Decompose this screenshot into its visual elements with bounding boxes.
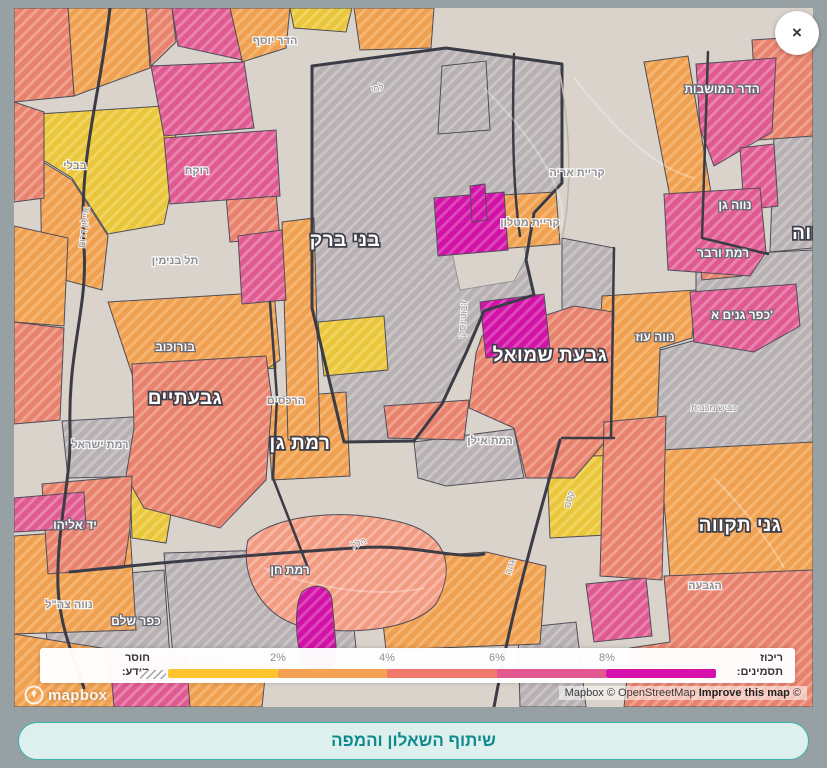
region-polygons (14, 8, 813, 707)
map-label-bavli: בבלי (63, 159, 86, 172)
choropleth-map[interactable]: בני ברק גבעתיים רמת גן גבעת שמואל גני תק… (14, 8, 813, 707)
improve-map-link[interactable]: Improve this map (699, 687, 790, 699)
scale-segment-4 (497, 669, 606, 678)
legend-no-data-label: חוסר מידע: (58, 651, 150, 679)
close-button[interactable]: × (775, 11, 819, 55)
map-label-yad-eliyahu: יד אליהו (53, 518, 97, 532)
concentration-scale-bar (168, 669, 716, 678)
legend-concentration-label: ריכוז תסמינים: (693, 651, 783, 679)
map-label-hagiva: הגבעה (688, 580, 722, 592)
mapbox-logo-icon (24, 685, 44, 705)
map-label-ganei-tikva: גני תקווה (699, 515, 782, 536)
map-label-givatayim: גבעתיים (148, 388, 223, 409)
map-label-neve-tzahal: נווה צה"ל (45, 598, 93, 611)
map-label-hadar-hamoshavot: הדר המושבות (684, 82, 759, 96)
legend-panel: חוסר מידע: 2% 4% 6% 8% ריכוז תסמינים: (40, 648, 795, 683)
mapbox-logo[interactable]: mapbox (24, 685, 107, 705)
scale-tick-8pct: 8% (599, 652, 615, 664)
map-label-neve-oz: נווה עוז (635, 330, 674, 344)
map-label-tel-binyamin: תל בנימין (152, 254, 199, 267)
map-label-bnei-brak: בני ברק (310, 230, 380, 251)
map-attribution: Mapbox © OpenStreetMap Improve this map … (558, 686, 807, 700)
map-label-ramat-chen: רמת חן (270, 563, 309, 577)
legend-concentration-subtitle: תסמינים: (736, 666, 783, 678)
legend-no-data-subtitle: מידע: (121, 666, 150, 678)
attribution-text[interactable]: Mapbox © OpenStreetMap (565, 687, 696, 699)
map-label-ramat-israel: רמת ישראל (71, 438, 128, 451)
legend-no-data-title: חוסר (124, 652, 150, 664)
map-label-kvish-mekabit: כביש מכבית (691, 403, 737, 413)
legend-concentration-title: ריכוז (760, 652, 783, 664)
map-label-ramat-ilan: רמת אילן (467, 434, 512, 447)
map-label-rokach: רוקח (185, 165, 210, 177)
map-label-borochov: בורוכוב (155, 340, 195, 354)
map-label-kiryat-matalon: קריית מטלון (500, 216, 559, 229)
map-label-harechasim: הרכסים (267, 395, 305, 407)
scale-tick-2pct: 2% (270, 652, 286, 664)
scale-segment-3 (387, 669, 497, 678)
map-label-hadar-yosef: הדר יוסף (253, 35, 298, 47)
mapbox-logo-text: mapbox (48, 686, 108, 704)
map-label-givat-shmuel: גבעת שמואל (493, 345, 608, 366)
attribution-copyright: © (792, 687, 801, 699)
map-dialog: בני ברק גבעתיים רמת גן גבעת שמואל גני תק… (0, 0, 827, 768)
map-label-ramat-gan: רמת גן (270, 433, 331, 454)
scale-segment-2 (278, 669, 387, 678)
share-questionnaire-map-button[interactable]: שיתוף השאלון והמפה (18, 722, 809, 760)
map-label-ramat-verber: רמת ורבר (697, 246, 749, 260)
scale-tick-4pct: 4% (379, 652, 395, 664)
map-label-kfar-shalem: כפר שלם (111, 614, 161, 628)
map-label-neve-gan: נווה גן (718, 198, 751, 212)
map-label-kfar-ganim-a: כפר גנים א' (711, 308, 773, 322)
map-label-petah-tikva-partial: ווה (792, 223, 813, 244)
map-label-kiryat-arye: קריית אריה (549, 167, 604, 179)
map-viewport[interactable]: בני ברק גבעתיים רמת גן גבעת שמואל גני תק… (14, 8, 813, 707)
no-data-hatch-swatch (140, 670, 166, 679)
scale-segment-1 (168, 669, 278, 678)
scale-tick-6pct: 6% (489, 652, 505, 664)
